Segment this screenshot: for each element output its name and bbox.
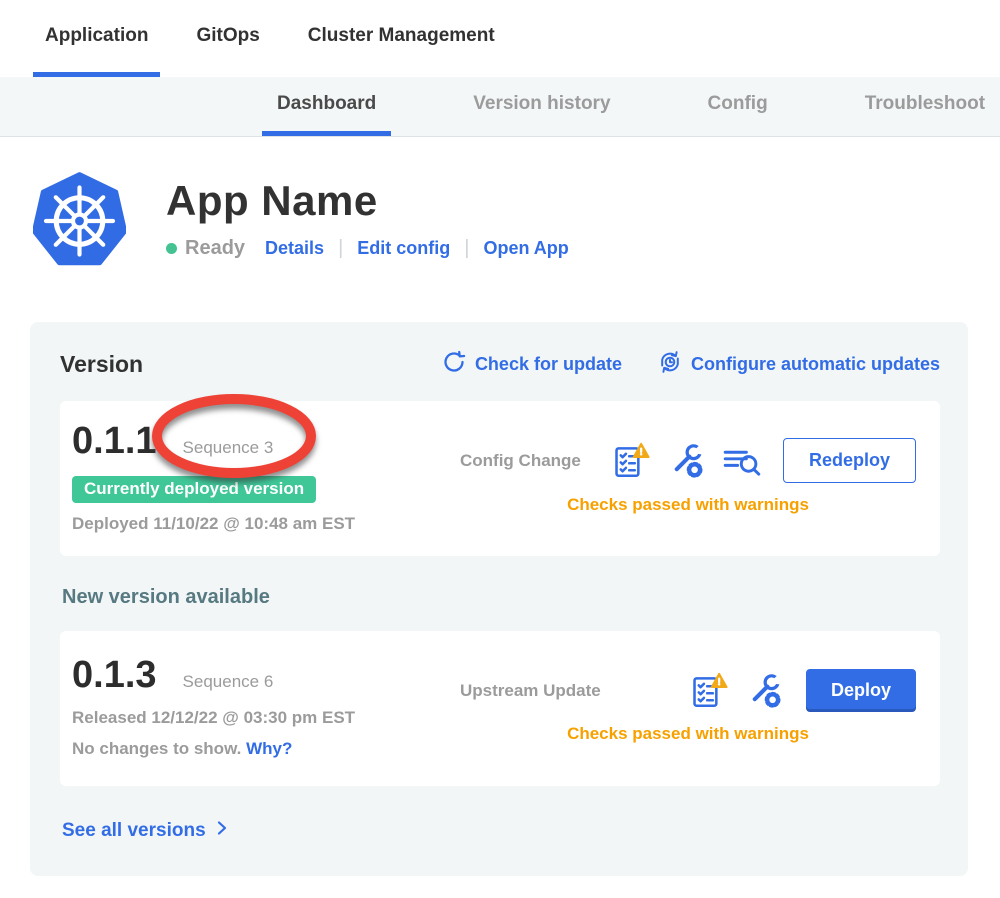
current-version-number: 0.1.1 <box>72 420 157 463</box>
config-wrench-icon[interactable] <box>668 441 706 481</box>
tab-config[interactable]: Config <box>693 77 783 136</box>
released-timestamp: Released 12/12/22 @ 03:30 pm EST <box>72 708 460 728</box>
tab-dashboard[interactable]: Dashboard <box>262 77 391 136</box>
chevron-right-icon <box>214 820 230 842</box>
no-changes-text: No changes to show. Why? <box>72 739 460 759</box>
deploy-button[interactable]: Deploy <box>806 669 916 712</box>
why-link[interactable]: Why? <box>246 739 292 758</box>
view-files-icon[interactable] <box>723 441 761 481</box>
check-for-update-button[interactable]: Check for update <box>442 350 622 379</box>
version-source-label: Config Change <box>460 451 581 471</box>
page-title: App Name <box>166 177 569 225</box>
divider: | <box>464 237 469 260</box>
edit-config-link[interactable]: Edit config <box>357 238 450 259</box>
tab-gitops[interactable]: GitOps <box>184 0 271 77</box>
tab-version-history[interactable]: Version history <box>458 77 625 136</box>
current-version-card: 0.1.1 Sequence 3 Currently deployed vers… <box>60 401 940 556</box>
refresh-icon <box>442 350 466 379</box>
details-link[interactable]: Details <box>265 238 324 259</box>
currently-deployed-badge: Currently deployed version <box>72 476 316 503</box>
version-section-title: Version <box>60 351 143 378</box>
tab-application[interactable]: Application <box>33 0 160 77</box>
preflight-result-text: Checks passed with warnings <box>460 724 916 744</box>
available-sequence-label: Sequence 6 <box>183 672 274 692</box>
status-badge: Ready <box>185 237 245 260</box>
open-app-link[interactable]: Open App <box>483 238 568 259</box>
auto-update-clock-icon <box>658 350 682 379</box>
new-version-heading: New version available <box>62 586 940 609</box>
available-version-number: 0.1.3 <box>72 654 157 697</box>
redeploy-button[interactable]: Redeploy <box>783 438 916 483</box>
preflight-checks-icon[interactable] <box>613 441 651 481</box>
config-wrench-icon[interactable] <box>746 671 784 711</box>
app-sub-nav: Dashboard Version history Config Trouble… <box>0 77 1000 137</box>
see-all-versions-link[interactable]: See all versions <box>62 820 940 842</box>
preflight-checks-icon[interactable] <box>691 671 729 711</box>
configure-automatic-updates-button[interactable]: Configure automatic updates <box>658 350 940 379</box>
divider: | <box>338 237 343 260</box>
tab-cluster-management[interactable]: Cluster Management <box>296 0 507 77</box>
top-nav: Application GitOps Cluster Management <box>0 0 1000 77</box>
app-header: App Name Ready Details | Edit config | O… <box>33 171 1000 276</box>
preflight-result-text: Checks passed with warnings <box>460 495 916 515</box>
deployed-timestamp: Deployed 11/10/22 @ 10:48 am EST <box>72 514 460 534</box>
available-version-card: 0.1.3 Sequence 6 Released 12/12/22 @ 03:… <box>60 631 940 786</box>
version-section: Version Check for update <box>30 322 968 876</box>
kubernetes-logo-icon <box>33 171 126 276</box>
ready-status-dot <box>166 243 177 254</box>
current-sequence-label: Sequence 3 <box>183 438 274 458</box>
version-source-label: Upstream Update <box>460 681 601 701</box>
tab-troubleshoot[interactable]: Troubleshoot <box>850 77 1000 136</box>
